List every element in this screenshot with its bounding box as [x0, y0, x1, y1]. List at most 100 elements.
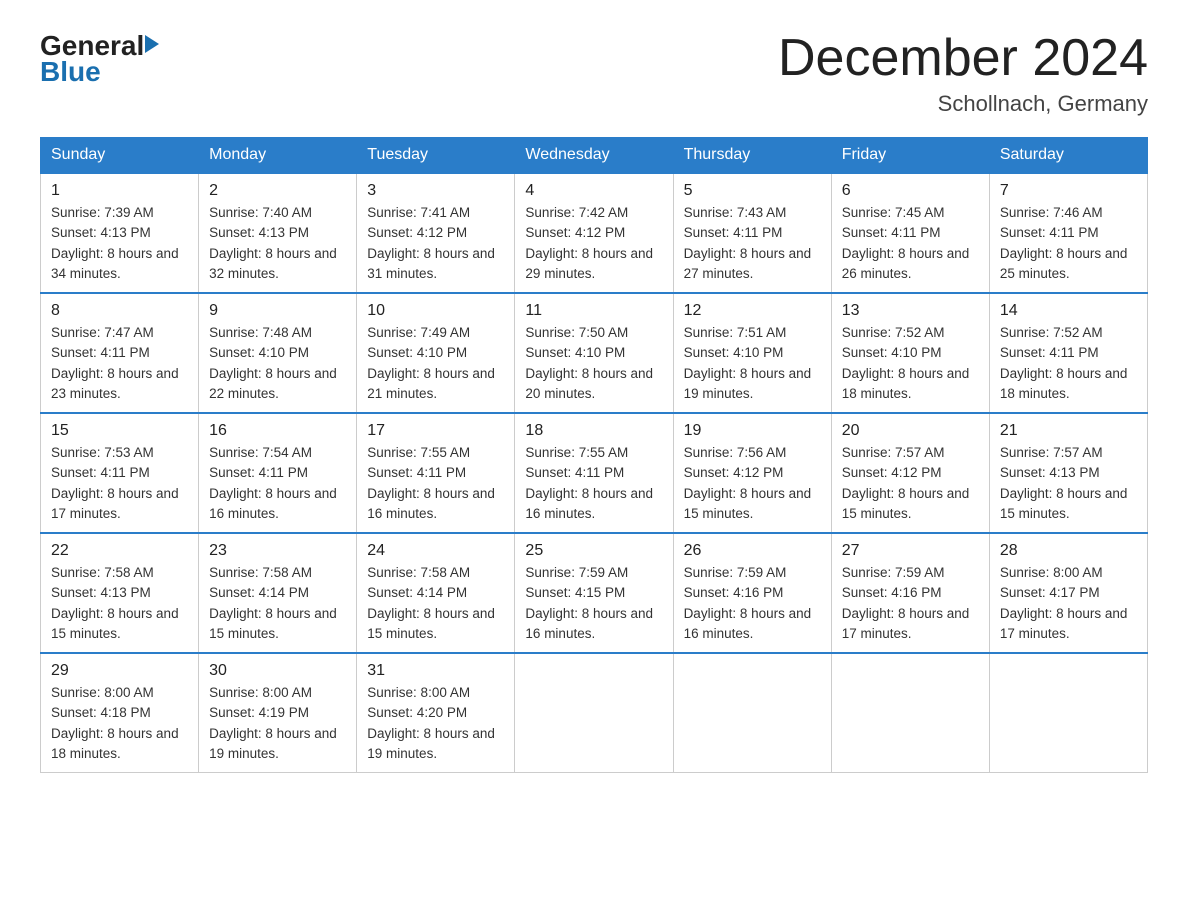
- day-number: 31: [367, 662, 504, 680]
- calendar-cell: 19 Sunrise: 7:56 AMSunset: 4:12 PMDayligh…: [673, 413, 831, 533]
- calendar-week-row: 15 Sunrise: 7:53 AMSunset: 4:11 PMDayligh…: [41, 413, 1148, 533]
- header-monday: Monday: [199, 138, 357, 174]
- day-info: Sunrise: 7:43 AMSunset: 4:11 PMDaylight:…: [684, 203, 821, 284]
- day-info: Sunrise: 7:59 AMSunset: 4:16 PMDaylight:…: [842, 563, 979, 644]
- day-number: 5: [684, 182, 821, 200]
- day-info: Sunrise: 7:46 AMSunset: 4:11 PMDaylight:…: [1000, 203, 1137, 284]
- header-friday: Friday: [831, 138, 989, 174]
- calendar-cell: 17Sunrise: 7:55 AMSunset: 4:11 PMDayligh…: [357, 413, 515, 533]
- calendar-week-row: 1 Sunrise: 7:39 AMSunset: 4:13 PMDaylight…: [41, 173, 1148, 293]
- day-number: 4: [525, 182, 662, 200]
- day-info: Sunrise: 7:57 AMSunset: 4:13 PMDaylight:…: [1000, 443, 1137, 524]
- day-number: 20: [842, 422, 979, 440]
- header-wednesday: Wednesday: [515, 138, 673, 174]
- calendar-cell: 12 Sunrise: 7:51 AMSunset: 4:10 PMDayligh…: [673, 293, 831, 413]
- day-number: 15: [51, 422, 188, 440]
- logo: General Blue: [40, 30, 159, 88]
- calendar-cell: 9Sunrise: 7:48 AMSunset: 4:10 PMDaylight…: [199, 293, 357, 413]
- calendar-cell: [989, 653, 1147, 773]
- calendar-cell: 26Sunrise: 7:59 AMSunset: 4:16 PMDayligh…: [673, 533, 831, 653]
- day-number: 10: [367, 302, 504, 320]
- page-header: General Blue December 2024 Schollnach, G…: [40, 30, 1148, 117]
- calendar-cell: 30 Sunrise: 8:00 AMSunset: 4:19 PMDayligh…: [199, 653, 357, 773]
- calendar-cell: 18 Sunrise: 7:55 AMSunset: 4:11 PMDayligh…: [515, 413, 673, 533]
- calendar-cell: 8 Sunrise: 7:47 AMSunset: 4:11 PMDaylight…: [41, 293, 199, 413]
- calendar-week-row: 22Sunrise: 7:58 AMSunset: 4:13 PMDayligh…: [41, 533, 1148, 653]
- day-info: Sunrise: 7:51 AMSunset: 4:10 PMDaylight:…: [684, 323, 821, 404]
- calendar-cell: [831, 653, 989, 773]
- month-year-title: December 2024: [778, 30, 1148, 87]
- day-info: Sunrise: 7:57 AMSunset: 4:12 PMDaylight:…: [842, 443, 979, 524]
- day-number: 21: [1000, 422, 1137, 440]
- calendar-cell: 13 Sunrise: 7:52 AMSunset: 4:10 PMDayligh…: [831, 293, 989, 413]
- day-info: Sunrise: 7:58 AMSunset: 4:14 PMDaylight:…: [367, 563, 504, 644]
- day-info: Sunrise: 8:00 AMSunset: 4:17 PMDaylight:…: [1000, 563, 1137, 644]
- day-info: Sunrise: 7:47 AMSunset: 4:11 PMDaylight:…: [51, 323, 188, 404]
- calendar-cell: 11Sunrise: 7:50 AMSunset: 4:10 PMDayligh…: [515, 293, 673, 413]
- day-info: Sunrise: 7:42 AMSunset: 4:12 PMDaylight:…: [525, 203, 662, 284]
- day-number: 30: [209, 662, 346, 680]
- day-info: Sunrise: 7:52 AMSunset: 4:10 PMDaylight:…: [842, 323, 979, 404]
- calendar-cell: 23Sunrise: 7:58 AMSunset: 4:14 PMDayligh…: [199, 533, 357, 653]
- calendar-cell: 25Sunrise: 7:59 AMSunset: 4:15 PMDayligh…: [515, 533, 673, 653]
- calendar-cell: 22Sunrise: 7:58 AMSunset: 4:13 PMDayligh…: [41, 533, 199, 653]
- day-number: 24: [367, 542, 504, 560]
- calendar-cell: 21 Sunrise: 7:57 AMSunset: 4:13 PMDayligh…: [989, 413, 1147, 533]
- calendar-cell: 6Sunrise: 7:45 AMSunset: 4:11 PMDaylight…: [831, 173, 989, 293]
- day-info: Sunrise: 7:41 AMSunset: 4:12 PMDaylight:…: [367, 203, 504, 284]
- calendar-week-row: 8 Sunrise: 7:47 AMSunset: 4:11 PMDaylight…: [41, 293, 1148, 413]
- day-number: 13: [842, 302, 979, 320]
- day-number: 8: [51, 302, 188, 320]
- day-number: 7: [1000, 182, 1137, 200]
- calendar-cell: 27 Sunrise: 7:59 AMSunset: 4:16 PMDayligh…: [831, 533, 989, 653]
- calendar-cell: 3Sunrise: 7:41 AMSunset: 4:12 PMDaylight…: [357, 173, 515, 293]
- calendar-cell: 20 Sunrise: 7:57 AMSunset: 4:12 PMDayligh…: [831, 413, 989, 533]
- calendar-cell: 10 Sunrise: 7:49 AMSunset: 4:10 PMDayligh…: [357, 293, 515, 413]
- day-number: 29: [51, 662, 188, 680]
- day-info: Sunrise: 7:54 AMSunset: 4:11 PMDaylight:…: [209, 443, 346, 524]
- day-number: 6: [842, 182, 979, 200]
- day-info: Sunrise: 8:00 AMSunset: 4:20 PMDaylight:…: [367, 683, 504, 764]
- day-info: Sunrise: 7:56 AMSunset: 4:12 PMDaylight:…: [684, 443, 821, 524]
- day-info: Sunrise: 7:49 AMSunset: 4:10 PMDaylight:…: [367, 323, 504, 404]
- day-info: Sunrise: 7:40 AMSunset: 4:13 PMDaylight:…: [209, 203, 346, 284]
- calendar-cell: [673, 653, 831, 773]
- day-info: Sunrise: 7:59 AMSunset: 4:15 PMDaylight:…: [525, 563, 662, 644]
- day-number: 2: [209, 182, 346, 200]
- day-number: 18: [525, 422, 662, 440]
- header-saturday: Saturday: [989, 138, 1147, 174]
- day-info: Sunrise: 8:00 AMSunset: 4:19 PMDaylight:…: [209, 683, 346, 764]
- day-number: 1: [51, 182, 188, 200]
- calendar-cell: 24 Sunrise: 7:58 AMSunset: 4:14 PMDayligh…: [357, 533, 515, 653]
- day-number: 19: [684, 422, 821, 440]
- calendar-table: Sunday Monday Tuesday Wednesday Thursday…: [40, 137, 1148, 773]
- days-header-row: Sunday Monday Tuesday Wednesday Thursday…: [41, 138, 1148, 174]
- day-info: Sunrise: 7:58 AMSunset: 4:13 PMDaylight:…: [51, 563, 188, 644]
- logo-blue-text: Blue: [40, 56, 101, 88]
- logo-arrow-icon: [145, 35, 159, 53]
- day-number: 12: [684, 302, 821, 320]
- day-number: 26: [684, 542, 821, 560]
- day-info: Sunrise: 8:00 AMSunset: 4:18 PMDaylight:…: [51, 683, 188, 764]
- calendar-cell: 15 Sunrise: 7:53 AMSunset: 4:11 PMDayligh…: [41, 413, 199, 533]
- day-number: 11: [525, 302, 662, 320]
- calendar-cell: 1 Sunrise: 7:39 AMSunset: 4:13 PMDaylight…: [41, 173, 199, 293]
- day-info: Sunrise: 7:39 AMSunset: 4:13 PMDaylight:…: [51, 203, 188, 284]
- calendar-cell: 4 Sunrise: 7:42 AMSunset: 4:12 PMDaylight…: [515, 173, 673, 293]
- day-info: Sunrise: 7:53 AMSunset: 4:11 PMDaylight:…: [51, 443, 188, 524]
- day-number: 16: [209, 422, 346, 440]
- location-text: Schollnach, Germany: [778, 91, 1148, 117]
- title-section: December 2024 Schollnach, Germany: [778, 30, 1148, 117]
- day-info: Sunrise: 7:52 AMSunset: 4:11 PMDaylight:…: [1000, 323, 1137, 404]
- day-info: Sunrise: 7:58 AMSunset: 4:14 PMDaylight:…: [209, 563, 346, 644]
- calendar-cell: 29 Sunrise: 8:00 AMSunset: 4:18 PMDayligh…: [41, 653, 199, 773]
- day-number: 27: [842, 542, 979, 560]
- calendar-cell: 31 Sunrise: 8:00 AMSunset: 4:20 PMDayligh…: [357, 653, 515, 773]
- header-thursday: Thursday: [673, 138, 831, 174]
- calendar-cell: 14Sunrise: 7:52 AMSunset: 4:11 PMDayligh…: [989, 293, 1147, 413]
- header-tuesday: Tuesday: [357, 138, 515, 174]
- calendar-cell: 7 Sunrise: 7:46 AMSunset: 4:11 PMDaylight…: [989, 173, 1147, 293]
- day-info: Sunrise: 7:55 AMSunset: 4:11 PMDaylight:…: [367, 443, 504, 524]
- calendar-cell: [515, 653, 673, 773]
- day-info: Sunrise: 7:55 AMSunset: 4:11 PMDaylight:…: [525, 443, 662, 524]
